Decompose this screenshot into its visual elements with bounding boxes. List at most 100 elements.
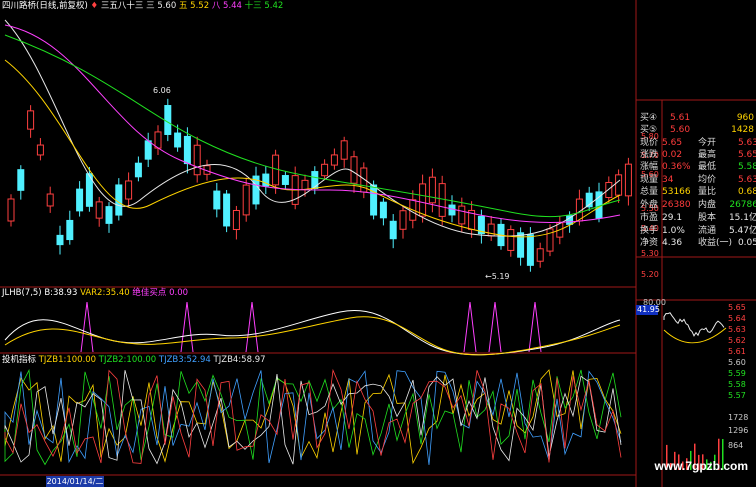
quote-label: 股本	[698, 213, 717, 223]
candle-body	[193, 144, 201, 176]
candle-body	[340, 140, 348, 160]
tjzb3-value: TJZB3:52.94	[158, 355, 211, 365]
candle-body	[36, 144, 44, 156]
volume-axis-tick: 864	[728, 441, 744, 450]
site-watermark: www.7gpzb.com	[654, 459, 748, 473]
candle-body	[428, 176, 436, 204]
high-price-label: 6.06	[153, 86, 171, 95]
candle-body	[526, 234, 534, 266]
jlhb-name: JLHB(7,5)	[2, 288, 42, 298]
quote-label: 市盈	[640, 213, 659, 223]
intraday-axis-tick: 5.59	[728, 369, 746, 378]
candle-body	[605, 182, 613, 198]
speculation-header: 投机指标 TJZB1:100.00 TJZB2:100.00 TJZB3:52.…	[2, 355, 266, 366]
candle-body	[213, 190, 221, 210]
buy-signal-spike	[528, 301, 542, 353]
quote-label: 现价	[640, 138, 659, 148]
quote-label: 内盘	[698, 200, 717, 210]
quote-value: 29.1	[662, 213, 683, 223]
price-axis-tick: 5.30	[641, 249, 659, 258]
candle-body	[301, 179, 309, 191]
quote-value: 5.65	[662, 138, 683, 148]
quote-value: 5.63	[737, 138, 756, 148]
bid-price: 5.60	[670, 125, 691, 135]
jlhb-line	[4, 310, 621, 356]
moving-average-line	[4, 34, 621, 218]
quote-value: 5.58	[737, 162, 756, 172]
tjzb4-value: TJZB4:58.97	[213, 355, 266, 365]
intraday-price-line	[663, 312, 725, 337]
quote-label: 外盘	[640, 200, 659, 210]
bid-volume: 1428	[731, 125, 754, 135]
bid-row-5: 买⑤ 5.60 1428	[640, 124, 756, 136]
quote-label: 均价	[698, 175, 717, 185]
candle-body	[174, 132, 182, 148]
intraday-chart	[663, 312, 727, 470]
tjzb2-value: TJZB2:100.00	[98, 355, 157, 365]
volume-axis-tick: 1728	[728, 413, 749, 422]
candle-body	[164, 105, 172, 135]
candle-body	[536, 248, 544, 262]
candle-body	[183, 135, 191, 165]
candle-body	[458, 205, 466, 225]
jlhb-var2-value: VAR2:35.40	[80, 288, 130, 298]
intraday-axis-tick: 5.63	[728, 325, 746, 334]
candle-body	[115, 184, 123, 216]
candle-body	[144, 140, 152, 160]
quote-value: 0.36%	[662, 162, 691, 172]
quote-value: 0.05	[737, 238, 756, 248]
quote-row: 现量 34 均价 5.63	[640, 174, 756, 186]
speculation-indicator-lines	[4, 368, 622, 466]
candle-body	[17, 169, 25, 191]
quote-value: 1.0%	[662, 226, 685, 236]
candle-body	[242, 184, 250, 216]
speculation-name: 投机指标	[2, 355, 37, 365]
quote-label: 量比	[698, 187, 717, 197]
candle-body	[615, 174, 623, 196]
quote-value: 5.65	[737, 150, 756, 160]
cursor-date-label: 2014/01/14/二	[46, 476, 104, 487]
buy-signal-spike	[488, 301, 502, 353]
quote-value: 26380	[662, 200, 691, 210]
quote-row: 现价 5.65 今开 5.63	[640, 137, 756, 149]
quote-value: 0.02	[662, 150, 683, 160]
jlhb-signal-label: 绝佳买点	[132, 288, 167, 298]
buy-signal-spike	[80, 301, 94, 353]
tjzb1-value: TJZB1:100.00	[38, 355, 97, 365]
quote-value: 53166	[662, 187, 691, 197]
candle-body	[448, 204, 456, 216]
quote-value: 0.68	[737, 187, 756, 197]
intraday-axis-tick: 5.57	[728, 391, 746, 400]
buy-signal-spike	[463, 301, 477, 353]
candle-body	[125, 180, 133, 200]
quote-row: 外盘 26380 内盘 26786	[640, 199, 756, 211]
quote-row: 涨幅 0.36% 最低 5.58	[640, 161, 756, 173]
candle-body	[399, 210, 407, 230]
quote-label: 现量	[640, 175, 659, 185]
candle-body	[154, 131, 162, 149]
quote-row: 净资 4.36 收益(一) 0.05	[640, 237, 756, 249]
intraday-axis-tick: 5.60	[728, 358, 746, 367]
candle-body	[95, 201, 103, 219]
intraday-axis-tick: 5.58	[728, 380, 746, 389]
candle-body	[350, 156, 358, 184]
bid-volume: 960	[736, 113, 754, 123]
jlhb-header: JLHB(7,5) B:38.93 VAR2:35.40 绝佳买点 0.00	[2, 288, 188, 299]
candle-body	[46, 193, 54, 207]
quote-label: 今开	[698, 138, 717, 148]
quote-value: 5.63	[737, 175, 756, 185]
candle-body	[281, 175, 289, 185]
candle-body	[389, 220, 397, 240]
bid-price: 5.61	[670, 113, 691, 123]
low-price-label: ←5.19	[485, 272, 510, 281]
buy-signal-spike	[180, 301, 194, 353]
jlhb-signal-value: 0.00	[169, 288, 189, 298]
moving-average-line	[4, 24, 621, 223]
quote-row: 换手 1.0% 流通 5.47亿	[640, 225, 756, 237]
intraday-average-line	[663, 327, 727, 344]
quote-row: 涨跌 0.02 最高 5.65	[640, 149, 756, 161]
bid-label: 买④	[640, 113, 658, 123]
candle-body	[624, 163, 632, 197]
candle-body	[76, 188, 84, 212]
quote-label: 总量	[640, 187, 659, 197]
